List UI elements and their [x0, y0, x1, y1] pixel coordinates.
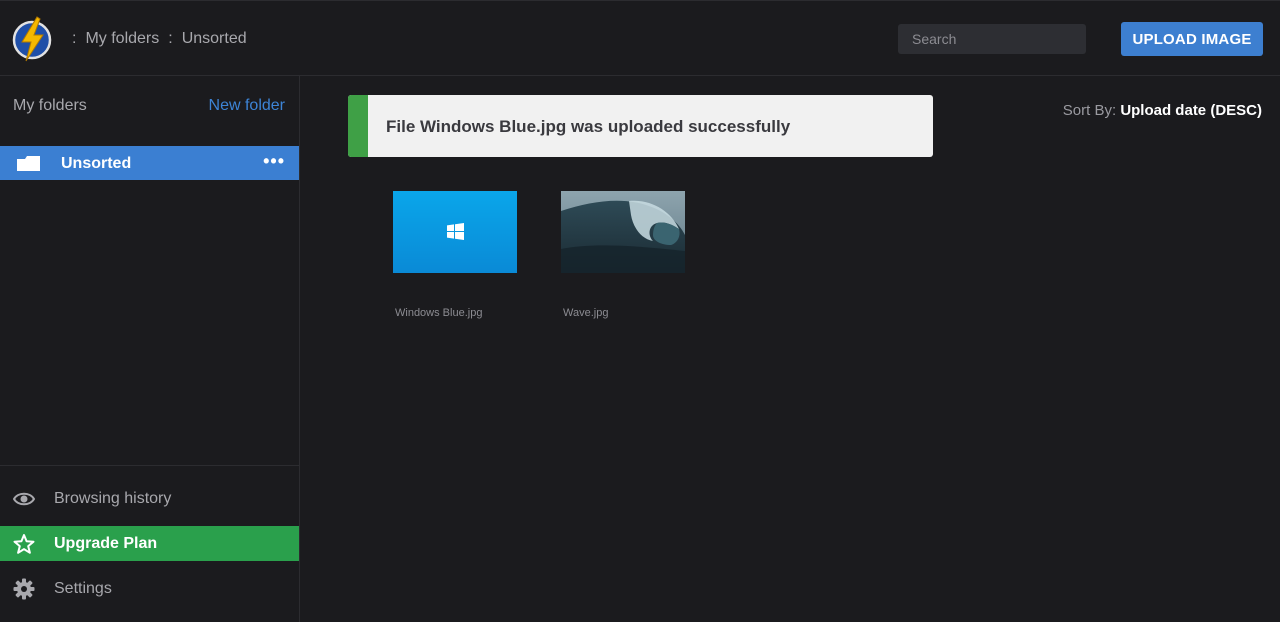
sidebar-title: My folders: [13, 97, 87, 114]
sidebar-divider: [0, 465, 299, 466]
eye-icon: [13, 492, 35, 506]
image-caption[interactable]: Windows Blue.jpg: [395, 307, 482, 319]
sidebar-item-upgrade-plan[interactable]: Upgrade Plan: [0, 526, 299, 561]
upload-image-button[interactable]: UPLOAD IMAGE: [1121, 22, 1263, 56]
folder-menu-icon[interactable]: •••: [263, 151, 285, 172]
sidebar-item-settings[interactable]: Settings: [0, 571, 299, 606]
toast-message: File Windows Blue.jpg was uploaded succe…: [386, 117, 791, 136]
image-thumbnail-wave[interactable]: [561, 191, 685, 273]
toast-accent-bar: [348, 95, 368, 157]
sidebar-item-label: Browsing history: [54, 490, 172, 507]
star-icon: [13, 534, 35, 554]
sort-label: Sort By:: [1062, 102, 1117, 119]
gear-icon: [13, 578, 35, 600]
breadcrumb-unsorted[interactable]: Unsorted: [182, 30, 247, 48]
app-logo-icon[interactable]: [12, 15, 52, 63]
breadcrumb-separator: :: [72, 30, 77, 47]
sidebar-item-label: Upgrade Plan: [54, 535, 158, 552]
image-thumbnail-windows-blue[interactable]: [393, 191, 517, 273]
folder-label: Unsorted: [61, 155, 132, 172]
sidebar-item-label: Settings: [54, 580, 112, 597]
windows-logo-icon: [447, 223, 464, 240]
wave-photo: [561, 191, 685, 273]
image-caption[interactable]: Wave.jpg: [563, 307, 608, 319]
top-bar: : My folders : Unsorted UPLOAD IMAGE: [0, 0, 1280, 76]
sidebar-item-browsing-history[interactable]: Browsing history: [0, 481, 299, 516]
search-input[interactable]: [898, 24, 1086, 54]
sidebar-folder-unsorted[interactable]: Unsorted •••: [0, 146, 299, 180]
breadcrumb: : My folders : Unsorted: [72, 30, 247, 48]
sort-value[interactable]: Upload date (DESC): [1120, 102, 1262, 119]
folder-icon: [17, 156, 40, 171]
new-folder-link[interactable]: New folder: [209, 97, 285, 115]
upload-success-toast: File Windows Blue.jpg was uploaded succe…: [348, 95, 933, 157]
breadcrumb-separator: :: [168, 30, 173, 47]
breadcrumb-my-folders[interactable]: My folders: [85, 30, 159, 48]
sort-control[interactable]: Sort By: Upload date (DESC): [1063, 102, 1262, 119]
sidebar: My folders New folder Unsorted ••• Brows…: [0, 76, 300, 622]
